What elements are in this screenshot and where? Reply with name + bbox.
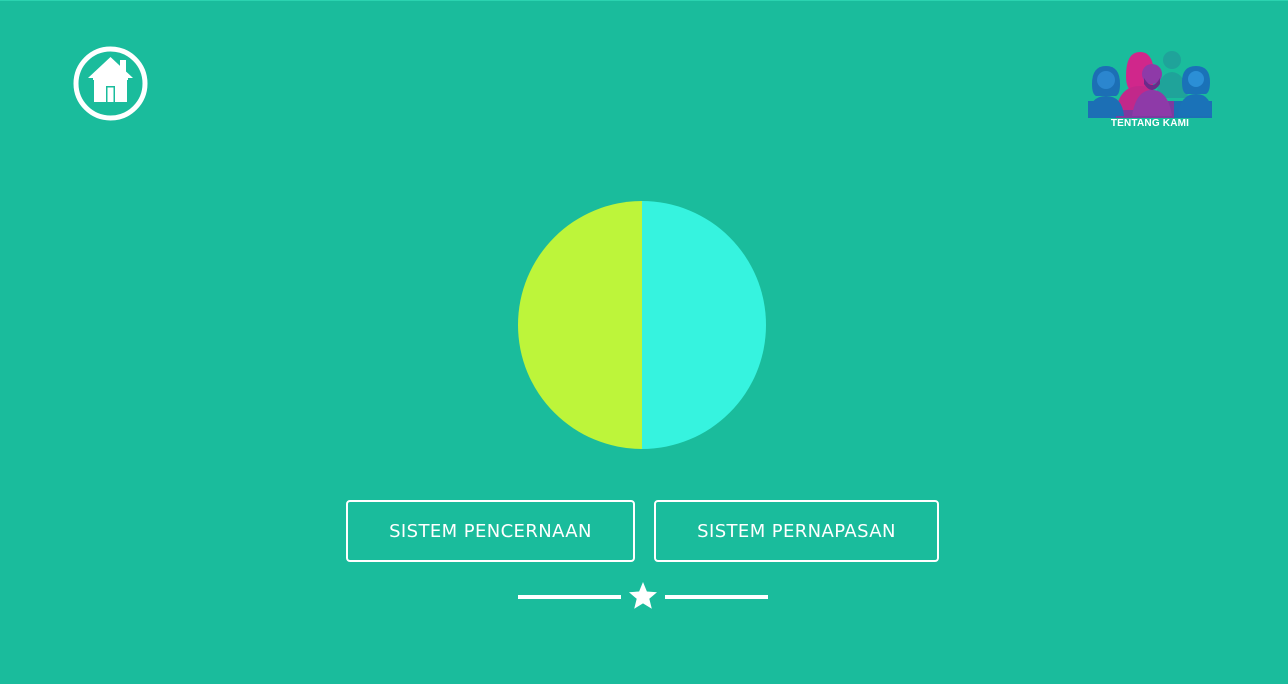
home-icon	[73, 46, 148, 121]
digestive-system-button[interactable]: SISTEM PENCERNAAN	[346, 500, 635, 562]
home-button[interactable]	[73, 46, 148, 121]
split-circle-icon	[518, 201, 766, 449]
star-icon	[629, 582, 657, 609]
about-us-label: TENTANG KAMI	[1110, 118, 1190, 129]
right-half	[642, 201, 766, 449]
top-border	[0, 0, 1288, 1]
people-group-icon	[1088, 51, 1212, 118]
divider-line-right	[665, 595, 768, 599]
respiratory-system-button[interactable]: SISTEM PERNAPASAN	[654, 500, 939, 562]
about-us-button[interactable]: TENTANG KAMI	[1086, 48, 1214, 132]
star-divider	[518, 580, 768, 612]
split-circle	[518, 201, 766, 449]
divider-line-left	[518, 595, 621, 599]
left-half	[518, 201, 642, 449]
